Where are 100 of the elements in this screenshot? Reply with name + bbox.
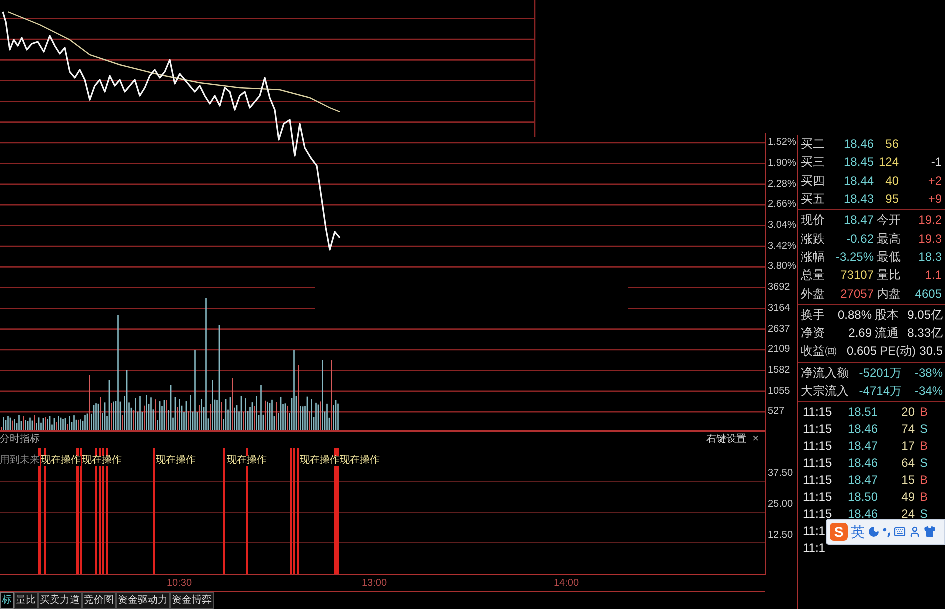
quote-value: 18.3 (918, 250, 943, 263)
indicator-title: 分时指标 (0, 434, 40, 444)
indicator-tab[interactable]: 资金驱动力 (116, 592, 170, 609)
axis-label: 2.66% (767, 200, 796, 210)
trade-side: B (920, 440, 928, 452)
trade-side: S (920, 508, 928, 520)
bid-level-label: 买三 (800, 156, 826, 168)
trade-volume: 49 (900, 490, 915, 503)
time-axis-label: 13:00 (362, 579, 388, 589)
stat-label: PE(动) (880, 345, 916, 358)
bid-volume: 40 (884, 174, 899, 187)
flow-share: -34% (914, 385, 944, 397)
bid-price: 18.45 (842, 156, 874, 168)
shirt-icon[interactable] (924, 526, 936, 538)
quote-label: 现价 (800, 214, 826, 226)
signal-label: 现在操作 (41, 456, 81, 466)
indicator-tab[interactable]: 标 (0, 592, 14, 609)
trade-price: 18.51 (846, 406, 878, 418)
moon-icon[interactable] (868, 526, 880, 538)
trade-volume: 20 (900, 406, 915, 418)
quote-value: -0.62 (846, 232, 874, 245)
trade-price: 18.47 (846, 440, 878, 452)
stat-value: 2.69 (848, 327, 872, 340)
axis-label: 2637 (767, 324, 790, 335)
bid-level-label: 买四 (800, 174, 826, 187)
bid-level-label: 买五 (800, 193, 826, 206)
stat-label: 收益㈣ (800, 345, 837, 358)
trade-time: 11:15 (802, 474, 834, 486)
flow-label: 净流入额 (800, 366, 850, 379)
stat-value: 9.05亿 (908, 308, 944, 321)
trade-side: B (920, 474, 928, 486)
bid-change: -1 (931, 156, 943, 168)
user-icon[interactable] (909, 526, 921, 538)
quote-value: 73107 (840, 269, 874, 282)
trade-time: 11:15 (802, 490, 834, 503)
stat-value: 8.33亿 (908, 327, 944, 340)
quote-label: 最低 (877, 250, 901, 263)
input-mode-button[interactable]: 英 (851, 525, 865, 539)
quote-label: 外盘 (800, 288, 826, 300)
trade-volume: 64 (900, 456, 915, 469)
trade-time: 11:1 (802, 524, 826, 537)
axis-label: 1.52% (767, 138, 796, 148)
signal-label: 现在操作 (156, 456, 196, 466)
quote-label: 总量 (800, 269, 826, 282)
flow-label: 大宗流入 (800, 385, 850, 397)
bid-price: 18.44 (842, 174, 874, 187)
indicator-tab[interactable]: 竞价图 (82, 592, 116, 609)
stat-label: 净资 (800, 327, 826, 340)
trade-side: B (920, 490, 928, 503)
flow-value: -4714万 (858, 385, 902, 397)
indicator-tab[interactable]: 量比 (14, 592, 38, 609)
bid-change: +2 (928, 174, 943, 187)
axis-label: 1.90% (767, 159, 796, 170)
trade-volume: 15 (900, 474, 915, 486)
axis-label: 3164 (767, 304, 790, 314)
bid-level-label: 买二 (800, 138, 826, 150)
trade-time: 11:1 (802, 542, 826, 554)
axis-label: 2109 (767, 345, 790, 356)
stat-label: 股本 (875, 308, 899, 321)
time-axis-label: 10:30 (167, 579, 192, 589)
axis-label: 1582 (767, 366, 790, 376)
bid-change: +9 (928, 193, 943, 206)
signal-label: 现在操作 (300, 456, 340, 466)
quote-value: 19.3 (918, 232, 943, 245)
axis-label: 3.42% (767, 242, 796, 252)
indicator-tab[interactable]: 资金博弈 (170, 592, 214, 609)
trade-price: 18.46 (846, 456, 878, 469)
bid-volume: 56 (884, 138, 899, 150)
axis-label: 3.80% (767, 262, 796, 272)
quote-value: 19.2 (918, 214, 943, 226)
stat-value: 0.88% (836, 308, 872, 321)
quote-label: 量比 (877, 269, 901, 282)
quote-value: 27057 (840, 288, 874, 300)
trade-time: 11:15 (802, 406, 834, 418)
settings-button[interactable]: 右键设置 (706, 434, 747, 444)
trade-side: S (920, 456, 928, 469)
trade-volume: 24 (900, 508, 915, 520)
bid-price: 18.46 (842, 138, 874, 150)
axis-label: 1055 (767, 386, 790, 397)
indicator-tab[interactable]: 买卖力道 (38, 592, 82, 609)
axis-label: 12.50 (767, 530, 794, 541)
close-button[interactable]: × (752, 434, 759, 445)
trade-time: 11:15 (802, 508, 834, 520)
stat-value: 30.5 (920, 345, 944, 358)
trade-volume: 74 (900, 422, 915, 435)
punctuation-icon[interactable] (883, 526, 891, 538)
signal-label: 现在操作 (227, 456, 267, 466)
quote-value: -3.25% (834, 250, 874, 263)
stat-label: 流通 (875, 327, 899, 340)
axis-label: 37.50 (767, 468, 794, 479)
axis-label: 3692 (767, 283, 790, 294)
quote-value: 4605 (915, 288, 943, 300)
trade-volume: 17 (900, 440, 915, 452)
stat-label: 换手 (800, 308, 826, 321)
keyboard-icon[interactable] (894, 526, 906, 538)
time-axis-label: 14:00 (554, 579, 580, 589)
quote-label: 今开 (877, 214, 901, 226)
quote-label: 最高 (877, 232, 901, 245)
axis-label: 3.04% (767, 221, 796, 232)
quote-value: 1.1 (925, 269, 943, 282)
